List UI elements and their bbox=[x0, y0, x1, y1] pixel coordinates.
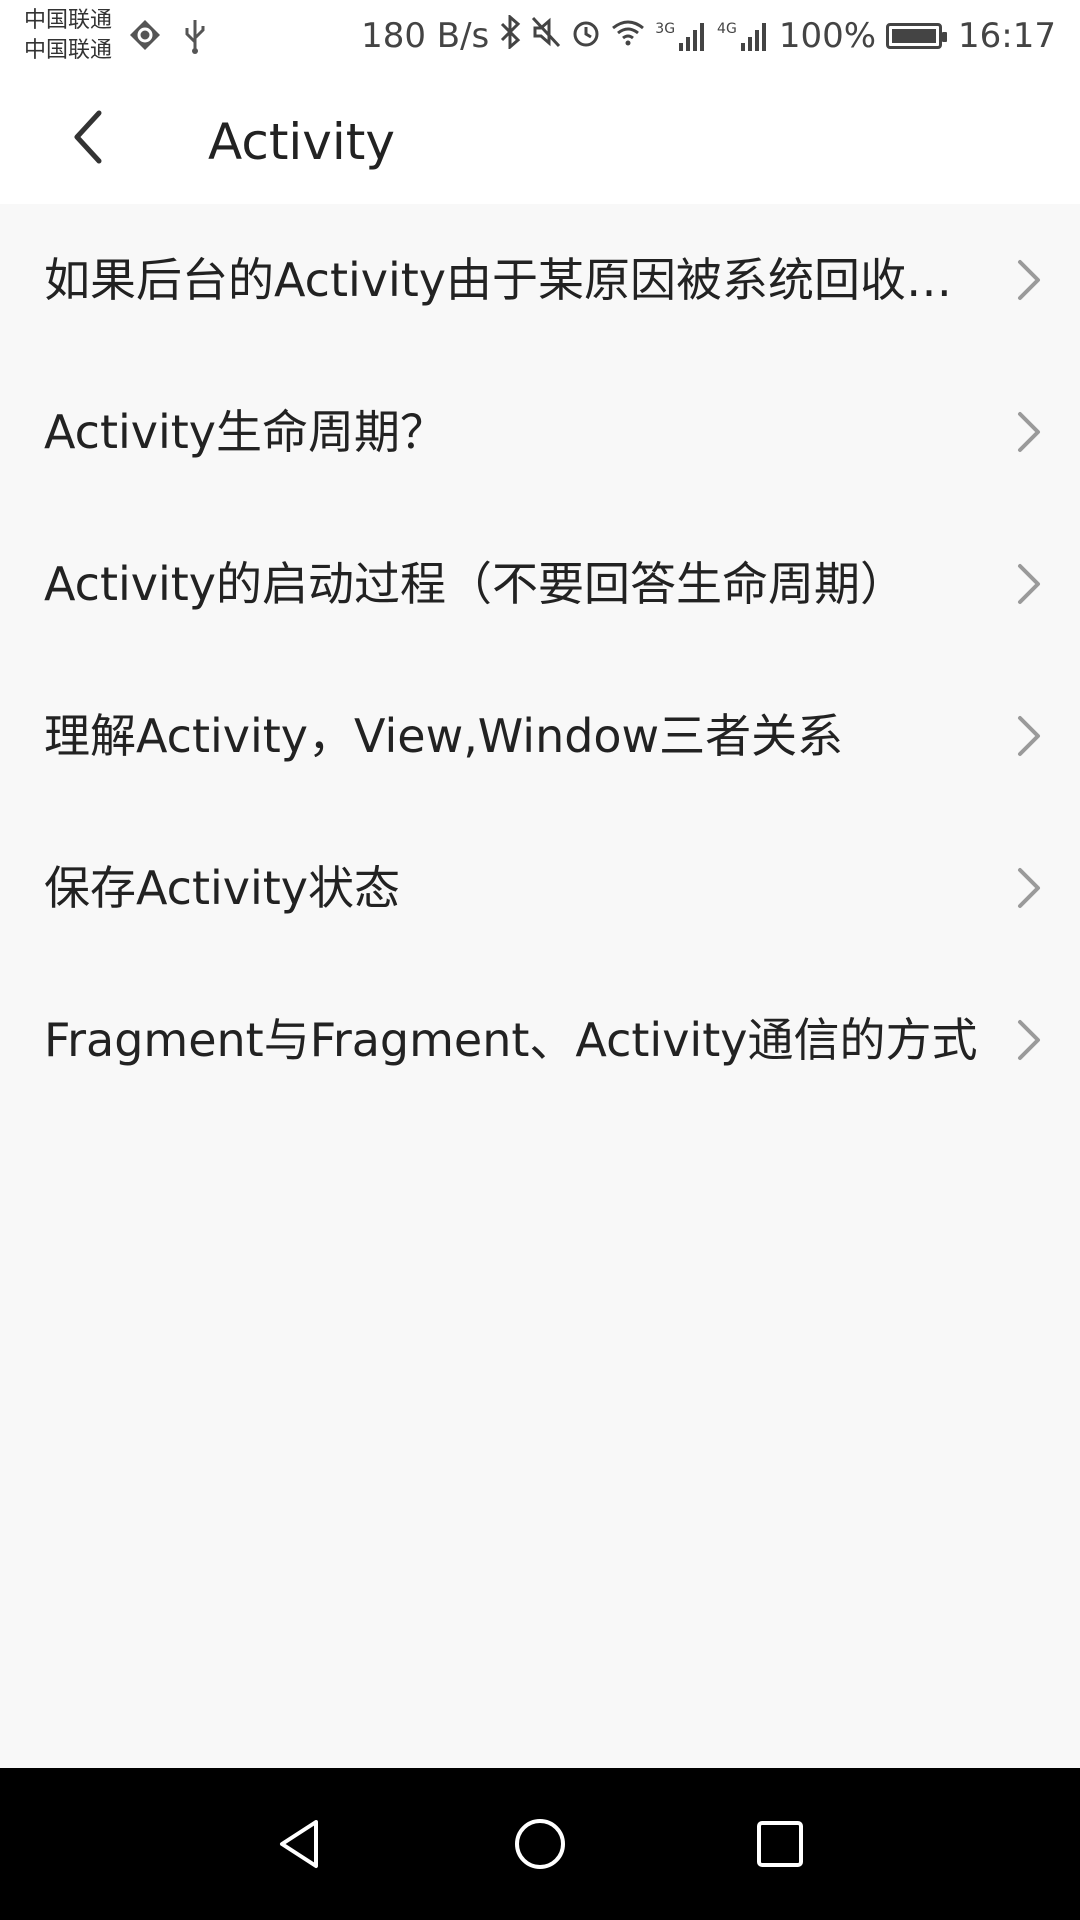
carrier-1: 中国联通 bbox=[24, 8, 113, 33]
carrier-info: 中国联通 中国联通 bbox=[24, 6, 112, 66]
nav-recents-icon bbox=[757, 1821, 803, 1867]
network-speed: 180 B/s bbox=[361, 16, 490, 56]
list-item[interactable]: 保存Activity状态 bbox=[0, 812, 1080, 964]
chevron-left-icon bbox=[74, 110, 102, 164]
status-right: 180 B/s 3G 4G 100% 16:17 bbox=[361, 13, 1056, 58]
list-item[interactable]: 如果后台的Activity由于某原因被系统回收了，如何在被系统回收之前保存当前状… bbox=[0, 204, 1080, 356]
nav-back-icon bbox=[280, 1820, 318, 1868]
system-nav-bar bbox=[0, 1768, 1080, 1920]
list-item-label: 保存Activity状态 bbox=[44, 861, 401, 915]
vpn-icon bbox=[128, 18, 162, 61]
chevron-right-icon bbox=[1018, 260, 1040, 300]
battery-icon bbox=[886, 23, 948, 49]
network-type-1: 3G bbox=[655, 21, 676, 37]
list-item[interactable]: 理解Activity，View,Window三者关系 bbox=[0, 660, 1080, 812]
status-left-icons bbox=[128, 18, 208, 61]
wifi-icon bbox=[611, 18, 645, 54]
chevron-right-icon bbox=[1018, 1020, 1040, 1060]
status-bar: 中国联通 中国联通 180 B/s 3G 4G 100% 16:17 bbox=[0, 0, 1080, 72]
list-item[interactable]: Fragment与Fragment、Activity通信的方式 bbox=[0, 964, 1080, 1116]
question-list: 如果后台的Activity由于某原因被系统回收了，如何在被系统回收之前保存当前状… bbox=[0, 204, 1080, 1116]
list-item[interactable]: Activity生命周期？ bbox=[0, 356, 1080, 508]
clock: 16:17 bbox=[958, 16, 1056, 56]
page-title: Activity bbox=[208, 113, 395, 171]
list-item-label: 理解Activity，View,Window三者关系 bbox=[44, 709, 844, 763]
list-item[interactable]: Activity的启动过程（不要回答生命周期） bbox=[0, 508, 1080, 660]
nav-recents-button[interactable] bbox=[740, 1804, 820, 1884]
app-bar: Activity bbox=[0, 72, 1080, 204]
mute-icon bbox=[531, 16, 561, 56]
carrier-2: 中国联通 bbox=[24, 38, 113, 63]
battery-percent: 100% bbox=[778, 16, 877, 56]
list-item-label: Fragment与Fragment、Activity通信的方式 bbox=[44, 1013, 978, 1067]
list-item-label: Activity的启动过程（不要回答生命周期） bbox=[44, 557, 907, 611]
back-button[interactable] bbox=[52, 102, 122, 172]
usb-icon bbox=[182, 18, 208, 61]
chevron-right-icon bbox=[1018, 412, 1040, 452]
chevron-right-icon bbox=[1018, 868, 1040, 908]
nav-back-button[interactable] bbox=[260, 1804, 340, 1884]
nav-home-icon bbox=[515, 1819, 565, 1869]
signal-1-icon: 3G bbox=[655, 21, 707, 51]
list-item-label: Activity生命周期？ bbox=[44, 405, 447, 459]
chevron-right-icon bbox=[1018, 564, 1040, 604]
bluetooth-icon bbox=[499, 13, 521, 57]
nav-home-button[interactable] bbox=[500, 1804, 580, 1884]
chevron-right-icon bbox=[1018, 716, 1040, 756]
list-item-label: 如果后台的Activity由于某原因被系统回收了，如何在被系统回收之前保存当前状… bbox=[44, 253, 984, 307]
network-type-2: 4G bbox=[717, 21, 737, 37]
signal-2-icon: 4G bbox=[717, 21, 769, 51]
alarm-icon bbox=[571, 16, 601, 56]
